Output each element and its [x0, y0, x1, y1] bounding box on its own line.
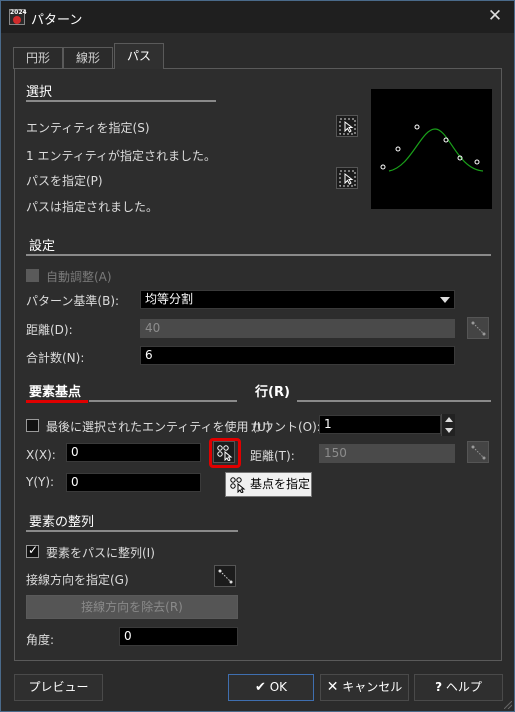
help-button[interactable]: ? ヘルプ — [414, 674, 503, 701]
app-logo-icon: 2024 — [9, 9, 27, 25]
divider — [26, 100, 216, 102]
use-last-entity-checkbox[interactable] — [26, 419, 39, 432]
x-label: X(X): — [26, 448, 56, 462]
tab-circular[interactable]: 円形 — [13, 47, 63, 69]
preview-button[interactable]: プレビュー — [14, 674, 103, 701]
line-pick-icon — [471, 321, 486, 336]
line-pick-icon — [471, 445, 486, 460]
select-cursor-icon — [339, 170, 356, 187]
align-to-path-label: 要素をパスに整列(I) — [46, 546, 155, 560]
remove-tangent-button[interactable]: 接線方向を除去(R) — [26, 595, 238, 619]
path-label: パスを指定(P) — [26, 174, 103, 188]
tangent-label: 接線方向を指定(G) — [26, 573, 129, 587]
pattern-base-label: パターン基準(B): — [26, 294, 120, 308]
divider — [26, 530, 238, 532]
select-entity-button[interactable] — [336, 115, 358, 137]
ok-button[interactable]: ✔ OK — [228, 674, 314, 701]
angle-label: 角度: — [26, 633, 55, 647]
app-logo-year: 2024 — [10, 9, 27, 16]
path-status: パスは指定されました。 — [26, 200, 159, 214]
entity-status: 1 エンティティが指定されました。 — [26, 149, 217, 163]
total-label: 合計数(N): — [26, 351, 85, 365]
total-input[interactable]: 6 — [140, 346, 455, 365]
row-distance-label: 距離(T): — [250, 449, 295, 463]
pattern-base-select[interactable]: 均等分割 — [140, 290, 455, 309]
tab-linear[interactable]: 線形 — [63, 47, 113, 69]
section-settings-heading: 設定 — [29, 239, 56, 254]
pattern-preview — [371, 89, 492, 209]
divider — [89, 400, 237, 402]
resize-grip-icon[interactable] — [504, 701, 512, 709]
cancel-button[interactable]: ✕ キャンセル — [320, 674, 409, 701]
tangent-pick-button[interactable] — [214, 565, 236, 587]
angle-input[interactable]: 0 — [119, 627, 238, 646]
x-icon: ✕ — [326, 679, 339, 695]
y-label: Y(Y): — [26, 475, 55, 489]
section-row-heading: 行(R) — [255, 385, 290, 400]
auto-adjust-label: 自動調整(A) — [46, 270, 112, 284]
tooltip-text: 基点を指定 — [250, 477, 311, 491]
distance-input[interactable]: 40 — [140, 319, 455, 338]
auto-adjust-checkbox[interactable] — [26, 269, 39, 282]
section-alignment-heading: 要素の整列 — [29, 515, 95, 530]
spin-down-icon[interactable] — [441, 425, 455, 436]
section-base-point-heading: 要素基点 — [29, 385, 82, 400]
spin-up-icon[interactable] — [441, 414, 455, 425]
pick-point-icon — [230, 477, 246, 493]
count-input[interactable]: 1 — [319, 415, 441, 434]
window-title: パターン — [31, 13, 83, 28]
count-label: カウント(O): — [250, 420, 321, 434]
row-distance-input[interactable]: 150 — [319, 444, 455, 463]
distance-pick-button[interactable] — [467, 317, 489, 339]
divider — [297, 400, 491, 402]
row-distance-pick-button[interactable] — [467, 441, 489, 463]
check-icon: ✔ — [254, 680, 266, 695]
line-pick-icon — [218, 569, 233, 584]
use-last-entity-label: 最後に選択されたエンティティを使用 (U) — [46, 420, 271, 434]
align-to-path-checkbox[interactable] — [26, 543, 39, 558]
dropdown-arrow-icon — [440, 297, 450, 303]
cancel-label: キャンセル — [342, 680, 403, 694]
select-cursor-icon — [339, 118, 356, 135]
select-path-button[interactable] — [336, 167, 358, 189]
help-label: ヘルプ — [445, 680, 482, 694]
x-input[interactable]: 0 — [66, 443, 201, 462]
annotation-highlight — [209, 438, 241, 468]
close-icon[interactable]: ✕ — [486, 6, 504, 26]
pattern-dialog: 2024 パターン ✕ 円形 線形 パス 選択 エンティティを指定(S) 1 エ… — [0, 0, 515, 712]
distance-label: 距離(D): — [26, 323, 73, 337]
title-bar: 2024 パターン ✕ — [1, 1, 514, 33]
section-selection-heading: 選択 — [26, 85, 53, 100]
annotation-underline — [26, 400, 88, 403]
pick-base-point-tooltip: 基点を指定 — [225, 472, 312, 497]
divider — [26, 254, 491, 256]
entity-label: エンティティを指定(S) — [26, 121, 150, 135]
question-icon: ? — [435, 680, 443, 694]
pattern-base-value: 均等分割 — [145, 292, 194, 306]
ok-label: OK — [269, 680, 288, 694]
tab-path[interactable]: パス — [114, 43, 164, 69]
count-spinner[interactable]: 1 — [319, 414, 455, 436]
y-input[interactable]: 0 — [66, 473, 201, 492]
